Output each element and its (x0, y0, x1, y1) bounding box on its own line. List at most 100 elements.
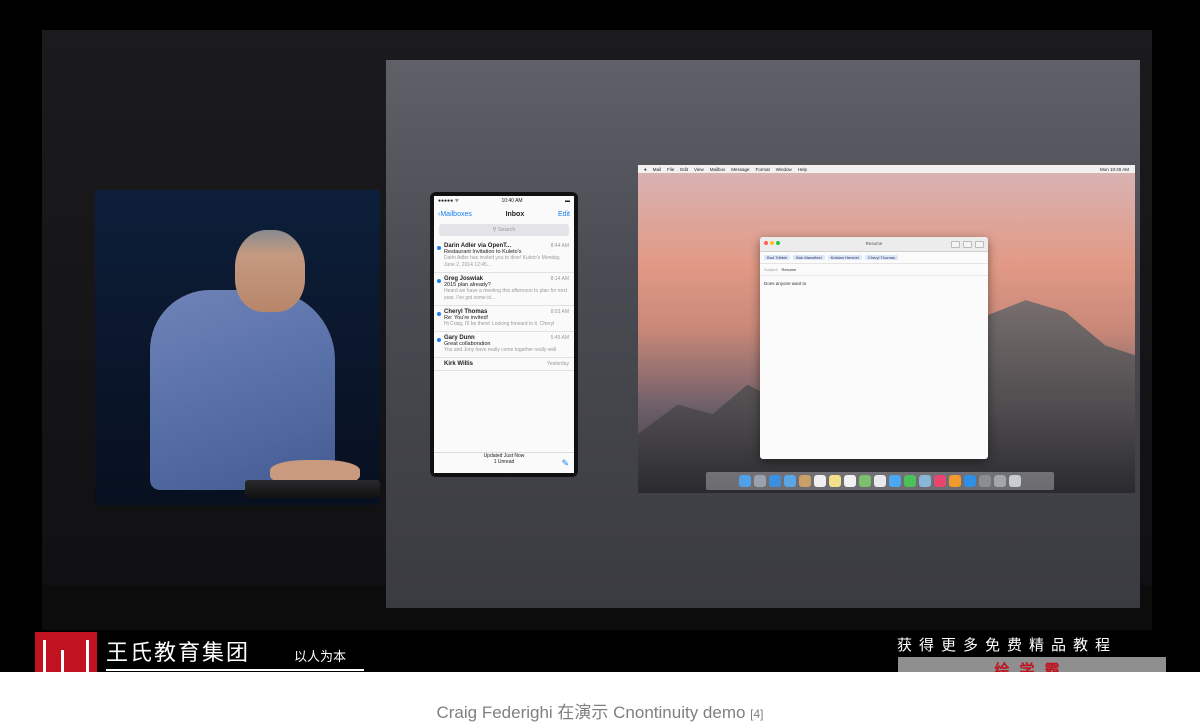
status-time: 10:40 AM (501, 198, 523, 204)
inbox-title: Inbox (505, 210, 525, 218)
attach-icon[interactable] (951, 241, 960, 248)
to-field[interactable]: Bud Tribble Bob Mansfield Kristian Hersh… (760, 252, 988, 264)
unread-dot-icon (437, 338, 441, 342)
brand-logo (35, 632, 97, 672)
menu-item[interactable]: Message (731, 167, 749, 172)
apple-icon[interactable]: ● (644, 167, 647, 172)
app-store-icon[interactable] (964, 475, 976, 487)
menu-item[interactable]: Format (755, 167, 769, 172)
iphone-screen: ●●●●● ᯤ 10:40 AM ▬ ‹Mailboxes Inbox Edit… (434, 196, 574, 473)
preview-icon[interactable] (919, 475, 931, 487)
mail-time: 8:03 AM (550, 309, 569, 315)
photo-icon[interactable] (975, 241, 984, 248)
logo-w-mark (43, 640, 89, 672)
zoom-icon[interactable] (776, 241, 780, 245)
mail-time: Yesterday (546, 361, 569, 367)
brand-name: 王氏教育集团 (106, 641, 251, 666)
launchpad-icon[interactable] (754, 475, 766, 487)
brand-underline (106, 669, 364, 671)
facetime-icon[interactable] (904, 475, 916, 487)
mail-icon[interactable] (784, 475, 796, 487)
ibooks-icon[interactable] (949, 475, 961, 487)
unread-count: 1 Unread (493, 459, 515, 465)
mac-menu-bar: ● Mail File Edit View Mailbox Message Fo… (638, 165, 1135, 173)
image-caption: Craig Federighi 在演示 Cnontinuity demo [4] (0, 698, 1200, 723)
mail-list-item[interactable]: Cheryl Thomas 8:03 AM Re: You're invited!… (434, 306, 574, 332)
recipient-chip[interactable]: Bob Mansfield (793, 255, 825, 260)
promo-text: 获得更多免费精品教程 (897, 636, 1118, 654)
search-input[interactable]: ⚲ Search (439, 224, 569, 236)
menu-item[interactable]: View (694, 167, 704, 172)
mail-nav-bar: ‹Mailboxes Inbox Edit (434, 206, 574, 222)
message-body[interactable]: Does anyone want to (760, 276, 988, 291)
promo-banner: 绘学霸 (898, 657, 1166, 672)
caption-text: Craig Federighi 在演示 Cnontinuity demo (436, 703, 751, 722)
format-icon[interactable] (963, 241, 972, 248)
mail-list-item[interactable]: Greg Joswiak 8:14 AM 2015 plan already? H… (434, 273, 574, 306)
unread-dot-icon (437, 312, 441, 316)
mail-time: 8:14 AM (550, 276, 569, 282)
promo-banner-text: 绘学霸 (994, 661, 1070, 672)
downloads-icon[interactable] (994, 475, 1006, 487)
close-icon[interactable] (764, 241, 768, 245)
menu-item[interactable]: Help (798, 167, 807, 172)
subject-value: Resume (781, 267, 797, 272)
mail-list-item[interactable]: Kirk Willis Yesterday (434, 358, 574, 371)
maps-icon[interactable] (859, 475, 871, 487)
reminders-icon[interactable] (844, 475, 856, 487)
signal-indicator: ●●●●● ᯤ (438, 198, 460, 204)
search-placeholder: Search (498, 227, 516, 233)
logo-bar-mark (61, 650, 64, 672)
back-button[interactable]: ‹Mailboxes (438, 211, 472, 218)
mac-dock (706, 472, 1054, 490)
mail-list-item[interactable]: Darin Adler via OpenT... 8:44 AM Restaura… (434, 240, 574, 273)
minimize-icon[interactable] (770, 241, 774, 245)
photos-icon[interactable] (874, 475, 886, 487)
menu-item[interactable]: Window (776, 167, 792, 172)
itunes-icon[interactable] (934, 475, 946, 487)
mail-time: 8:44 AM (550, 243, 569, 249)
trash-icon[interactable] (1009, 475, 1021, 487)
calendar-icon[interactable] (814, 475, 826, 487)
menu-item[interactable]: Edit (680, 167, 688, 172)
unread-dot-icon (437, 246, 441, 250)
recipient-chip[interactable]: Bud Tribble (764, 255, 791, 260)
mail-toolbar: Updated Just Now 1 Unread ✎ (434, 452, 574, 473)
back-button-label: Mailboxes (440, 210, 472, 218)
mail-preview: You and Jony have really come together r… (444, 347, 557, 353)
mail-sender: Kirk Willis (444, 361, 473, 367)
photo-stage: ●●●●● ᯤ 10:40 AM ▬ ‹Mailboxes Inbox Edit… (0, 0, 1200, 672)
finder-icon[interactable] (739, 475, 751, 487)
menu-clock: Mon 10:40 AM (1099, 166, 1129, 172)
subject-label: Subject: (764, 267, 779, 272)
mail-list-item[interactable]: Gary Dunn 5:45 AM Great collaboration You… (434, 332, 574, 358)
edit-button[interactable]: Edit (558, 211, 570, 218)
menu-item[interactable]: Mail (653, 167, 661, 172)
menu-item[interactable]: Mailbox (710, 167, 726, 172)
keyboard (245, 480, 380, 498)
window-titlebar[interactable]: Resume (760, 237, 988, 252)
ios-status-bar: ●●●●● ᯤ 10:40 AM ▬ (434, 196, 574, 206)
mail-preview: Heard we have a meeting this afternoon t… (444, 288, 568, 301)
recipient-chip[interactable]: Cheryl Thomas (864, 255, 898, 260)
mail-time: 5:45 AM (550, 335, 569, 341)
mail-preview: Hi Craig, I'll be there! Looking forward… (444, 321, 555, 327)
system-preferences-icon[interactable] (979, 475, 991, 487)
menu-item[interactable]: File (667, 167, 674, 172)
speaker-video-screen (95, 190, 380, 505)
caption-reference[interactable]: [4] (750, 707, 763, 721)
messages-icon[interactable] (889, 475, 901, 487)
mac-desktop: ● Mail File Edit View Mailbox Message Fo… (638, 165, 1135, 493)
iphone-device: ●●●●● ᯤ 10:40 AM ▬ ‹Mailboxes Inbox Edit… (430, 192, 578, 477)
contacts-icon[interactable] (799, 475, 811, 487)
mail-compose-window[interactable]: Resume Bud Tribble Bob Mansfield Kristia… (760, 237, 988, 459)
recipient-chip[interactable]: Kristian Hershel (827, 255, 862, 260)
compose-icon[interactable]: ✎ (561, 458, 569, 469)
safari-icon[interactable] (769, 475, 781, 487)
unread-dot-icon (437, 279, 441, 283)
subject-field[interactable]: Subject: Resume (760, 264, 988, 276)
brand-slogan: 以人为本 (294, 650, 347, 665)
notes-icon[interactable] (829, 475, 841, 487)
mail-preview: Darin Adler has invited you to dine! Kul… (444, 255, 561, 268)
battery-icon: ▬ (564, 198, 570, 204)
